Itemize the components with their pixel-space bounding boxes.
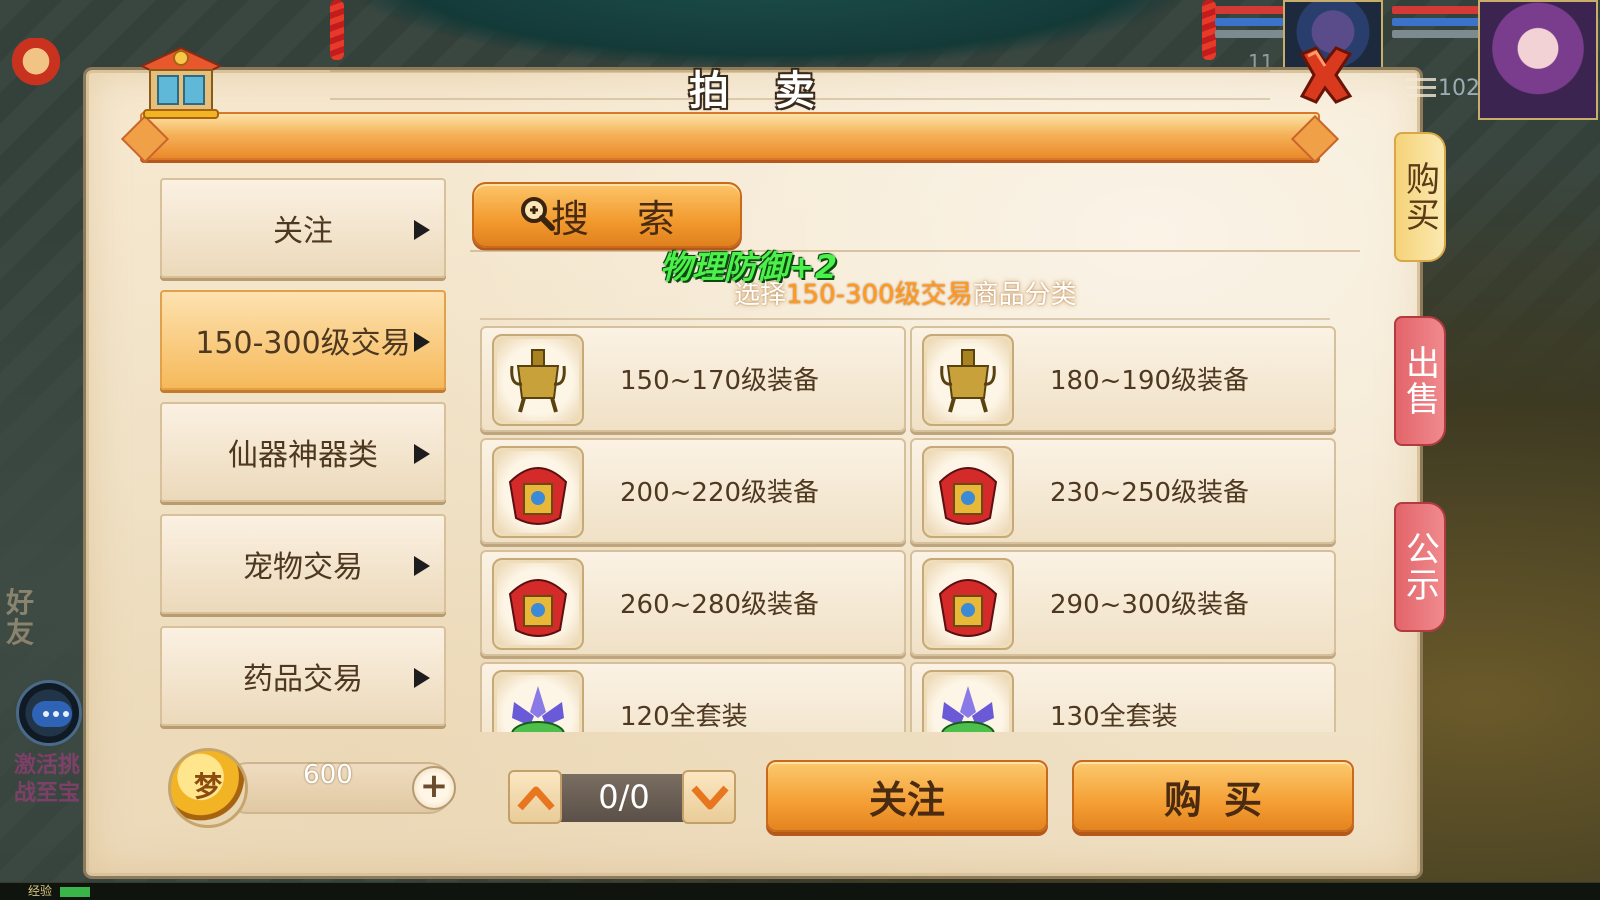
list-item[interactable]: 120全套装 — [480, 662, 906, 732]
list-item[interactable]: 290~300级装备 — [910, 550, 1336, 656]
title-scroll-banner — [140, 112, 1320, 160]
tab-buy[interactable]: 购买 — [1394, 132, 1446, 262]
page-up-button[interactable] — [508, 770, 562, 824]
currency-display: 梦 600 + — [168, 748, 462, 832]
arrow-right-icon — [414, 332, 430, 352]
promo-text[interactable]: 激活挑战至宝 — [14, 752, 84, 882]
search-icon — [518, 194, 558, 234]
chat-icon[interactable] — [16, 680, 82, 746]
currency-value: 600 — [303, 760, 353, 790]
list-item[interactable]: 180~190级装备 — [910, 326, 1336, 432]
chevron-up-icon — [517, 786, 555, 811]
red-armor-icon — [492, 446, 584, 538]
coin-icon: 梦 — [168, 748, 248, 828]
follow-button[interactable]: 关注 — [766, 760, 1048, 832]
category-artifacts[interactable]: 仙器神器类 — [160, 402, 446, 502]
close-icon[interactable] — [1290, 40, 1360, 110]
arrow-right-icon — [414, 668, 430, 688]
arrow-right-icon — [414, 444, 430, 464]
player-avatar[interactable] — [1478, 0, 1598, 120]
decor-rope-left — [330, 0, 344, 60]
tab-sell[interactable]: 出售 — [1394, 316, 1446, 446]
search-button[interactable]: 搜 索 — [472, 182, 742, 248]
player-status-bars — [1392, 6, 1482, 46]
shop-pavilion-icon — [136, 44, 226, 124]
category-150-300-trade[interactable]: 150-300级交易 — [160, 290, 446, 390]
page-indicator: 0/0 — [598, 778, 650, 816]
list-item[interactable]: 130全套装 — [910, 662, 1336, 732]
list-item[interactable]: 260~280级装备 — [480, 550, 906, 656]
menu-icon[interactable] — [1406, 78, 1436, 102]
chevron-down-icon — [691, 785, 729, 810]
red-armor-icon — [492, 558, 584, 650]
player-level: 102 — [1438, 76, 1480, 101]
add-currency-button[interactable]: + — [412, 766, 456, 810]
lotus-set-icon — [492, 670, 584, 732]
list-item[interactable]: 150~170级装备 — [480, 326, 906, 432]
divider — [480, 318, 1330, 320]
fortune-god-icon[interactable] — [10, 38, 62, 96]
lotus-set-icon — [922, 670, 1014, 732]
divider — [470, 250, 1360, 252]
page-stepper: 0/0 — [508, 770, 736, 824]
red-armor-icon — [922, 558, 1014, 650]
page-title: 拍 卖 — [689, 68, 831, 114]
arrow-right-icon — [414, 220, 430, 240]
page-down-button[interactable] — [682, 770, 736, 824]
list-item[interactable]: 200~220级装备 — [480, 438, 906, 544]
category-medicine[interactable]: 药品交易 — [160, 626, 446, 726]
buy-button[interactable]: 购买 — [1072, 760, 1354, 832]
exp-label: 经验 — [28, 884, 53, 898]
list-item[interactable]: 230~250级装备 — [910, 438, 1336, 544]
exp-bar — [0, 882, 1600, 900]
floating-buff-text: 物理防御+2 — [660, 248, 838, 286]
item-category-list[interactable]: 150~170级装备 180~190级装备 200~220级装备 230~250… — [480, 326, 1350, 732]
decor-rope-right — [1202, 0, 1216, 60]
pet-status-bars — [1215, 6, 1285, 46]
category-pets[interactable]: 宠物交易 — [160, 514, 446, 614]
tab-notice[interactable]: 公示 — [1394, 502, 1446, 632]
category-follow[interactable]: 关注 — [160, 178, 446, 278]
bronze-ding-icon — [492, 334, 584, 426]
red-armor-icon — [922, 446, 1014, 538]
arrow-right-icon — [414, 556, 430, 576]
bronze-ding-icon — [922, 334, 1014, 426]
friends-button[interactable]: 好友 — [6, 588, 42, 648]
